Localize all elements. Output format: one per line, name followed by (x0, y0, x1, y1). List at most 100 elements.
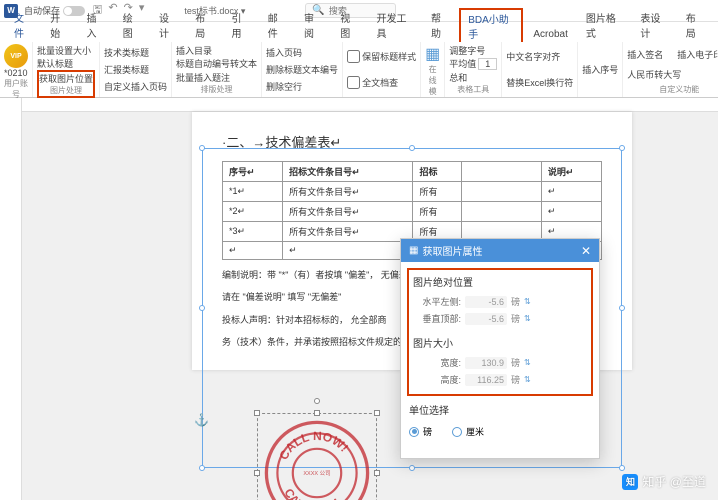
close-icon[interactable]: ✕ (581, 244, 591, 258)
tech-title-button[interactable]: 技术类标题 (104, 46, 149, 59)
keep-title-style-checkbox[interactable]: 保留标题样式 (347, 50, 416, 63)
insert-sign-button[interactable]: 插入签名 (627, 48, 663, 61)
user-id: *0210 (4, 68, 28, 78)
doc-section-title: ·二、→技术偏差表↵ (222, 132, 602, 151)
height-label: 高度: (413, 373, 461, 386)
width-value[interactable]: 130.9 (465, 357, 507, 369)
table-header: 招标文件条目号↵ (283, 162, 413, 182)
tab-developer[interactable]: 开发工具 (369, 8, 422, 42)
document-canvas: ·二、→技术偏差表↵ 序号↵ 招标文件条目号↵ 招标 说明↵ *1↵所有文件条目… (0, 98, 718, 500)
table-header: 招标 (413, 162, 461, 182)
radio-cm[interactable]: 厘米 (452, 425, 484, 438)
del-empty-lines-button[interactable]: 删除空行 (266, 80, 302, 93)
tab-view[interactable]: 视图 (332, 8, 366, 42)
zhihu-logo-icon: 知 (622, 474, 638, 490)
insert-stamp-button[interactable]: 插入电子印章 (677, 48, 718, 61)
batch-size-button[interactable]: 批量设置大小 (37, 44, 91, 57)
get-image-position-button[interactable]: 获取图片位置 (39, 72, 93, 85)
watermark-text: 知乎 @至道 (642, 473, 706, 490)
tab-draw[interactable]: 绘图 (115, 8, 149, 42)
tab-table-design[interactable]: 表设计 (632, 8, 675, 42)
width-label: 宽度: (413, 356, 461, 369)
radio-on-icon (409, 427, 419, 437)
replace-excel-br-button[interactable]: 替换Excel换行符 (506, 76, 573, 89)
group-label-user: 用户账号 (4, 78, 28, 100)
template-icon[interactable]: ▦ (425, 44, 440, 64)
table-header: 序号↵ (223, 162, 283, 182)
spinner-icon[interactable]: ⇅ (524, 297, 534, 306)
stamp-selection-frame[interactable] (257, 413, 377, 500)
dialog-titlebar[interactable]: ▦ 获取图片属性 ✕ (401, 239, 599, 262)
tab-design[interactable]: 设计 (151, 8, 185, 42)
tab-picture-format[interactable]: 图片格式 (578, 8, 631, 42)
sum-button[interactable]: 总和 (449, 71, 467, 84)
cn-name-align-button[interactable]: 中文名字对齐 (506, 50, 560, 63)
report-title-button[interactable]: 汇报类标题 (104, 63, 149, 76)
h-left-value[interactable]: -5.6 (465, 296, 507, 308)
dialog-unit-section: 单位选择 磅 厘米 (409, 402, 591, 440)
ribbon-group-7: 调整字号 平均值 1 总和 表格工具 (445, 42, 502, 97)
tab-mailings[interactable]: 邮件 (260, 8, 294, 42)
toggle-off-icon[interactable] (63, 6, 85, 16)
unit-label: 磅 (511, 373, 520, 386)
ribbon-group-2: 技术类标题 汇报类标题 自定义插入页码 (100, 42, 172, 97)
ribbon-group-10: 插入签名插入电子印章 人民币转大写 自定义功能 (623, 42, 718, 97)
h-left-label: 水平左侧: (413, 295, 461, 308)
section-title-size: 图片大小 (413, 335, 587, 350)
anchor-icon[interactable]: ⚓ (194, 413, 209, 427)
dialog-title-text: 获取图片属性 (422, 243, 482, 258)
section-title-position: 图片绝对位置 (413, 274, 587, 289)
dialog-icon: ▦ (409, 245, 418, 256)
default-title-button[interactable]: 默认标题 (37, 57, 73, 70)
dialog-highlighted-section: 图片绝对位置 水平左侧: -5.6 磅 ⇅ 垂直顶部: -5.6 磅 ⇅ 图片大… (407, 268, 593, 396)
custom-page-num-button[interactable]: 自定义插入页码 (104, 80, 167, 93)
radio-off-icon (452, 427, 462, 437)
rotate-handle-icon[interactable] (314, 398, 320, 404)
tab-review[interactable]: 审阅 (296, 8, 330, 42)
unit-label: 磅 (511, 356, 520, 369)
unit-label: 磅 (511, 295, 520, 308)
ribbon-tabs: 文件 开始 插入 绘图 设计 布局 引用 邮件 审阅 视图 开发工具 帮助 BD… (0, 22, 718, 42)
del-title-num-button[interactable]: 删除标题文本编号 (266, 63, 338, 76)
spinner-icon[interactable]: ⇅ (524, 358, 534, 367)
insert-toc-button[interactable]: 插入目录 (176, 44, 212, 57)
insert-seq-button[interactable]: 插入序号 (582, 63, 618, 76)
average-button[interactable]: 平均值 1 (449, 57, 497, 70)
insert-pagenum-button[interactable]: 插入页码 (266, 46, 302, 59)
unit-label: 磅 (511, 312, 520, 325)
tab-bda-helper[interactable]: BDA小助手 (459, 8, 523, 42)
ribbon: VIP *0210 用户账号 批量设置大小 默认标题 获取图片位置 图片处理 技… (0, 42, 718, 98)
table-header: 说明↵ (541, 162, 601, 182)
height-value[interactable]: 116.25 (465, 374, 507, 386)
table-row: *1↵所有文件条目号↵所有↵ (223, 182, 602, 202)
watermark: 知 知乎 @至道 (622, 473, 706, 490)
spinner-icon[interactable]: ⇅ (524, 375, 534, 384)
table-header (461, 162, 541, 182)
rmb-upper-button[interactable]: 人民币转大写 (627, 68, 681, 81)
highlighted-get-image-pos: 获取图片位置 图片处理 (37, 70, 95, 98)
tab-references[interactable]: 引用 (224, 8, 258, 42)
ribbon-group-user: VIP *0210 用户账号 (0, 42, 33, 97)
group-label-image: 图片处理 (39, 85, 93, 96)
vertical-ruler[interactable] (0, 98, 22, 500)
radio-pt[interactable]: 磅 (409, 425, 432, 438)
batch-caption-button[interactable]: 批量插入题注 (176, 71, 230, 84)
v-top-value[interactable]: -5.6 (465, 313, 507, 325)
tab-layout[interactable]: 布局 (187, 8, 221, 42)
vip-badge-icon: VIP (4, 44, 28, 68)
horizontal-ruler[interactable] (22, 98, 718, 112)
tab-file[interactable]: 文件 (6, 8, 40, 42)
tab-help[interactable]: 帮助 (423, 8, 457, 42)
tab-acrobat[interactable]: Acrobat (525, 27, 575, 42)
v-top-label: 垂直顶部: (413, 312, 461, 325)
tab-table-layout[interactable]: 布局 (678, 8, 712, 42)
title-autonum-button[interactable]: 标题自动编号转文本 (176, 57, 257, 70)
table-row: *2↵所有文件条目号↵所有↵ (223, 202, 602, 222)
font-size-button[interactable]: 调整字号 (449, 44, 485, 57)
ribbon-group-5: 保留标题样式 全文档查 (343, 42, 421, 97)
spinner-icon[interactable]: ⇅ (524, 314, 534, 323)
section-title-unit: 单位选择 (409, 402, 591, 417)
group-label-layout: 排版处理 (176, 84, 257, 95)
full-doc-check-checkbox[interactable]: 全文档查 (347, 76, 398, 89)
image-properties-dialog[interactable]: ▦ 获取图片属性 ✕ 图片绝对位置 水平左侧: -5.6 磅 ⇅ 垂直顶部: -5… (400, 238, 600, 459)
